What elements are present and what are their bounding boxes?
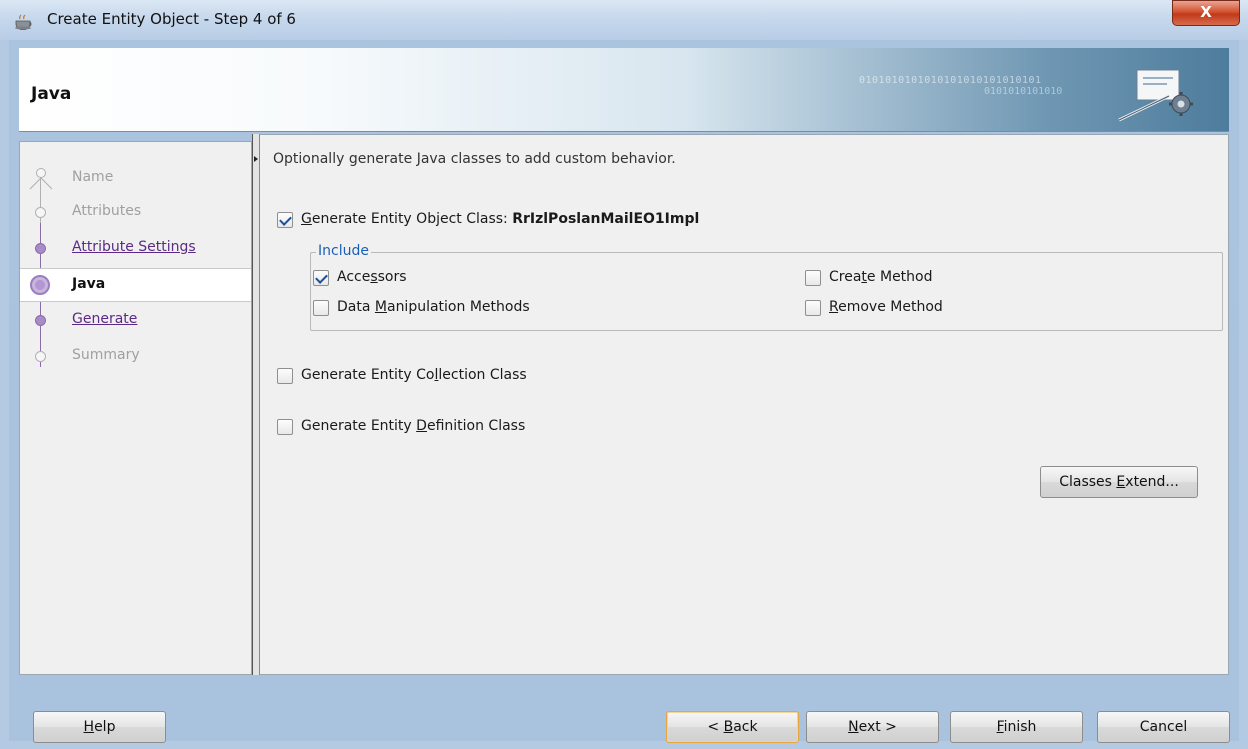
java-options-panel: Optionally generate Java classes to add …: [260, 134, 1229, 675]
train-step-label[interactable]: Attribute Settings: [72, 239, 196, 255]
train-node-icon: [35, 315, 46, 326]
cancel-button[interactable]: Cancel: [1097, 711, 1230, 743]
train-step-attributes: Attributes: [20, 196, 251, 230]
train-step-java: Java: [20, 268, 251, 302]
train-step-label: Attributes: [72, 203, 142, 219]
train-step-summary: Summary: [20, 340, 251, 374]
next-button[interactable]: Next >: [806, 711, 939, 743]
generate-entity-definition-class-label[interactable]: Generate Entity Definition Class: [301, 418, 525, 434]
create-method-label[interactable]: Create Method: [829, 269, 933, 285]
train-step-generate[interactable]: Generate: [20, 304, 251, 338]
train-node-current-icon: [30, 275, 50, 295]
remove-method-label[interactable]: Remove Method: [829, 299, 943, 315]
data-manipulation-methods-label[interactable]: Data Manipulation Methods: [337, 299, 530, 315]
coffee-cup-icon: [15, 14, 32, 30]
remove-method-checkbox[interactable]: [805, 300, 821, 316]
generate-entity-object-class-label[interactable]: Generate Entity Object Class: RrIzlPosla…: [301, 211, 699, 227]
person-icon: [29, 168, 53, 190]
train-node-icon: [35, 243, 46, 254]
create-method-checkbox[interactable]: [805, 270, 821, 286]
description-text: Optionally generate Java classes to add …: [273, 151, 676, 167]
include-group: Include Accessors Data Manipulation Meth…: [310, 243, 1223, 331]
binary-decoration: 0101010101010101010101010101: [859, 75, 1042, 86]
splitter-arrow-icon[interactable]: [254, 156, 258, 162]
train-step-label: Name: [72, 169, 114, 185]
close-button[interactable]: X: [1172, 0, 1240, 26]
back-button[interactable]: < Back: [666, 711, 799, 743]
classes-extend-button[interactable]: Classes Extend...: [1040, 466, 1198, 498]
title-bar[interactable]: Create Entity Object - Step 4 of 6 X: [0, 0, 1248, 40]
panel-splitter[interactable]: [252, 134, 260, 675]
wizard-gear-icon: [1118, 69, 1193, 122]
close-icon: X: [1200, 3, 1212, 21]
generate-entity-collection-class-label[interactable]: Generate Entity Collection Class: [301, 367, 527, 383]
data-manipulation-methods-checkbox[interactable]: [313, 300, 329, 316]
train-node-icon: [35, 351, 46, 362]
train-step-label: Java: [72, 276, 106, 292]
train-step-label[interactable]: Generate: [72, 311, 137, 327]
generate-entity-object-class-checkbox[interactable]: [277, 212, 293, 228]
help-button[interactable]: Help: [33, 711, 166, 743]
train-node-icon: [35, 207, 46, 218]
page-header: Java 0101010101010101010101010101 010101…: [19, 48, 1229, 132]
generate-entity-collection-class-checkbox[interactable]: [277, 368, 293, 384]
train-step-name: Name: [20, 162, 251, 196]
finish-button[interactable]: Finish: [950, 711, 1083, 743]
accessors-label[interactable]: Accessors: [337, 269, 407, 285]
entity-class-name: RrIzlPoslanMailEO1Impl: [512, 211, 700, 227]
accessors-checkbox[interactable]: [313, 270, 329, 286]
wizard-train-panel: Name Attributes Attribute Settings Java …: [19, 141, 252, 675]
page-title: Java: [31, 84, 72, 104]
train-step-attribute-settings[interactable]: Attribute Settings: [20, 232, 251, 266]
train-step-label: Summary: [72, 347, 140, 363]
window-title: Create Entity Object - Step 4 of 6: [47, 10, 296, 28]
include-legend: Include: [316, 243, 371, 259]
binary-decoration-2: 0101010101010: [984, 86, 1063, 97]
generate-entity-definition-class-checkbox[interactable]: [277, 419, 293, 435]
